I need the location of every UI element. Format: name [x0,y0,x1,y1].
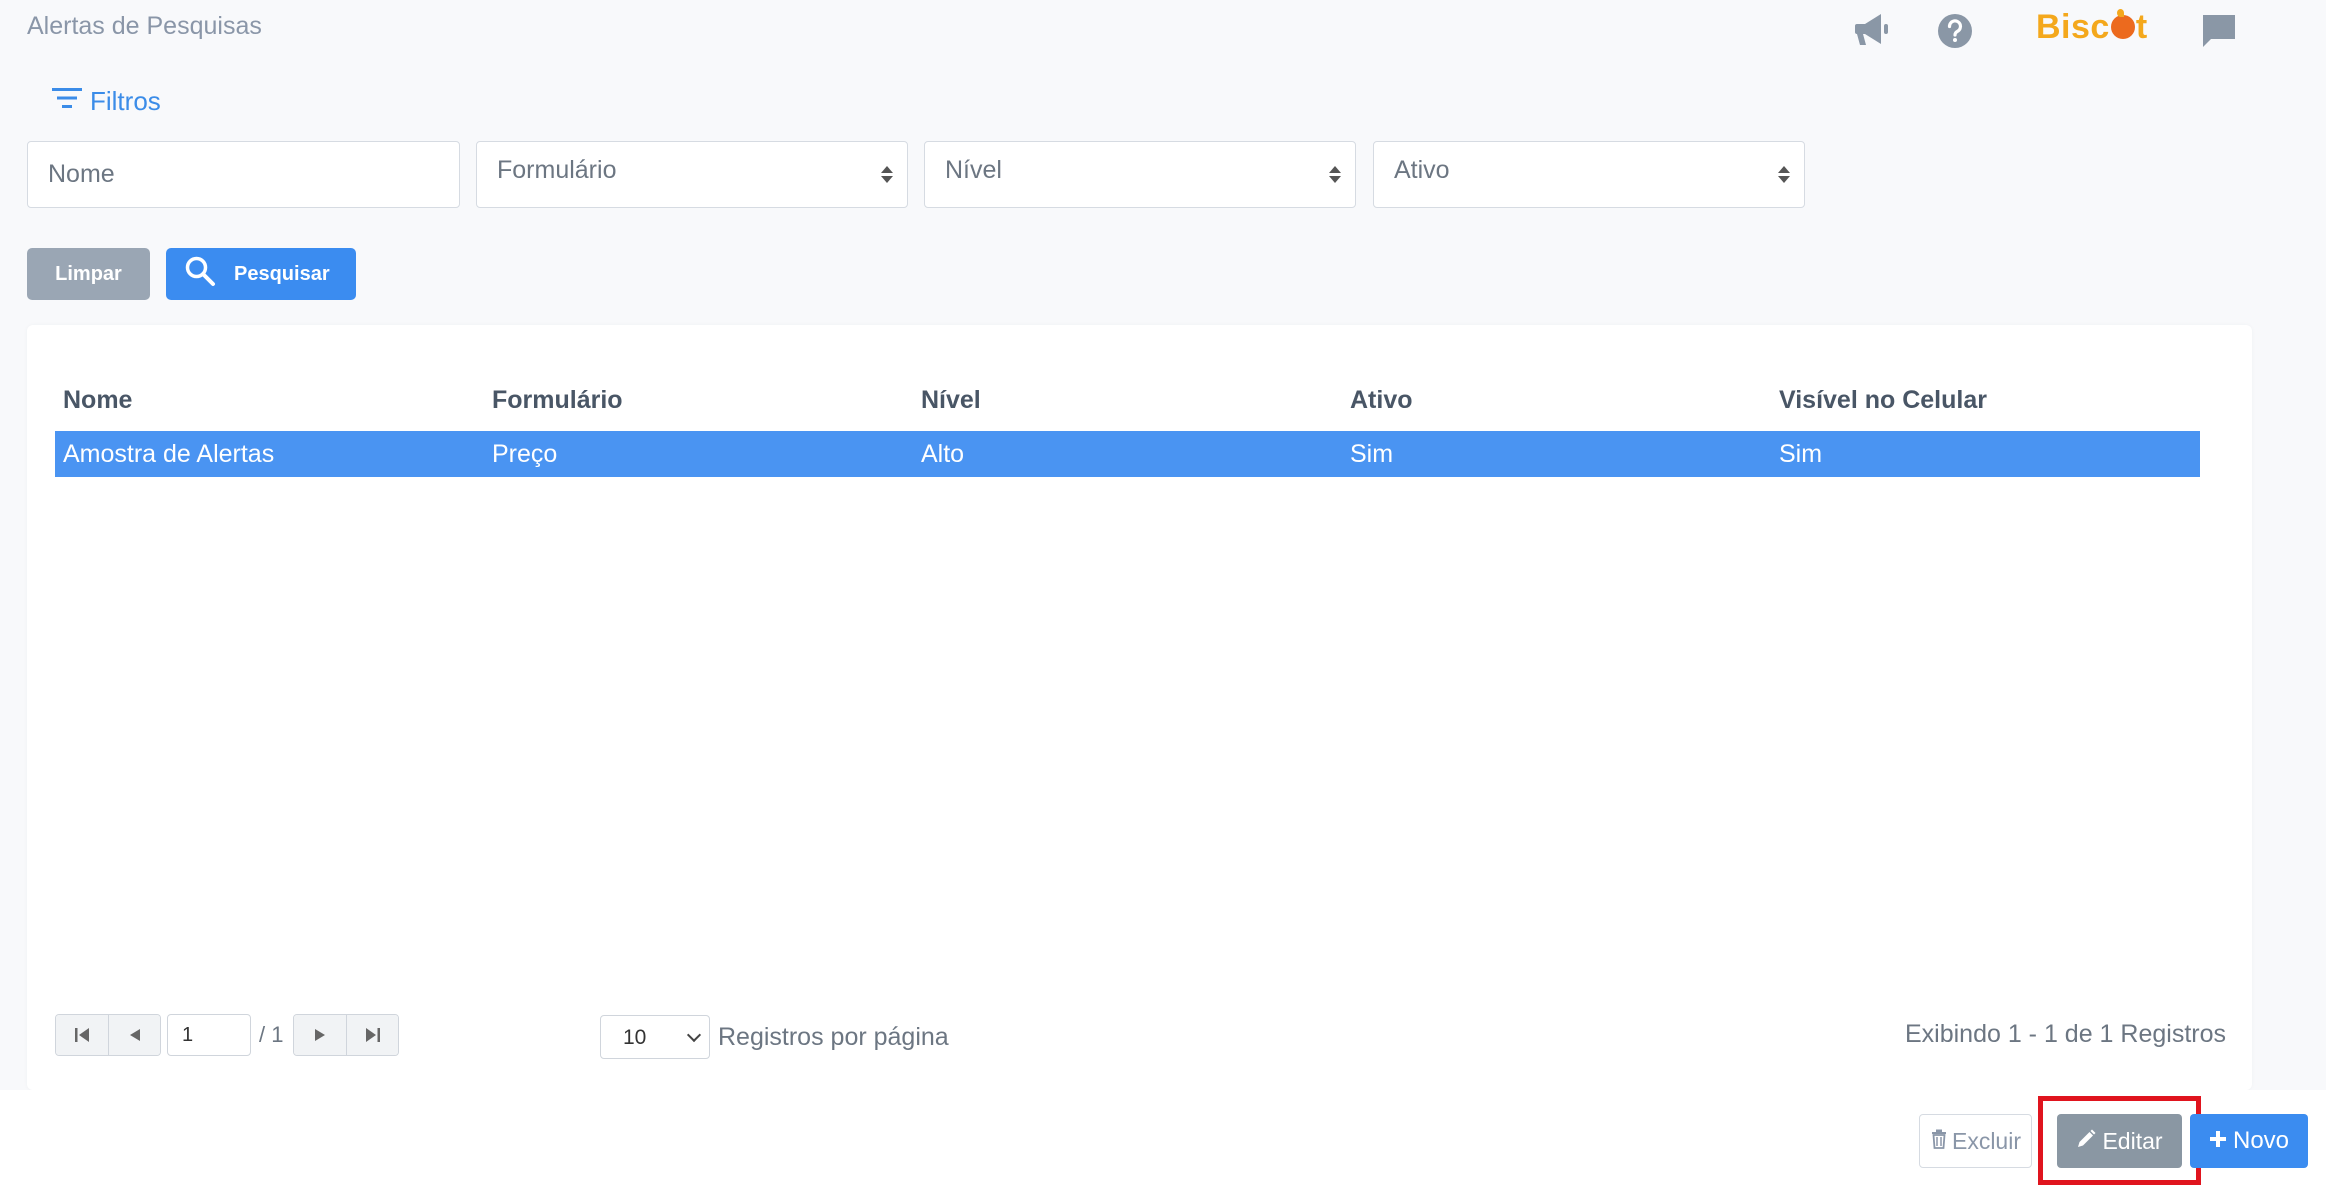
cell-visivel-celular: Sim [1779,439,1823,468]
new-button-label: Novo [2232,1127,2290,1154]
pencil-icon [2076,1128,2096,1155]
prev-page-button[interactable] [108,1015,160,1055]
formulario-select-label: Formulário [497,156,617,184]
filters-label: Filtros [90,86,161,116]
first-page-button[interactable] [56,1015,108,1055]
per-page-control: 10 Registros por página [600,1015,949,1059]
per-page-value: 10 [623,1026,647,1049]
nivel-select[interactable]: Nível [924,141,1356,208]
edit-button-label: Editar [2102,1127,2163,1154]
delete-button-label: Excluir [1951,1127,2021,1154]
next-page-button[interactable] [294,1015,347,1055]
filter-icon [52,86,82,117]
clear-button[interactable]: Limpar [27,248,150,300]
cell-nome: Amostra de Alertas [63,439,275,468]
sort-arrows-icon [1778,166,1790,183]
pagination-next-last [293,1014,400,1056]
prev-page-icon [129,1029,140,1041]
trash-icon [1930,1128,1948,1155]
pagination-first-prev [55,1014,161,1056]
column-header-visivel-celular[interactable]: Visível no Celular [1771,381,2200,425]
nome-input[interactable] [28,142,459,207]
ativo-select-label: Ativo [1394,156,1450,184]
first-page-icon [75,1028,89,1042]
column-header-ativo[interactable]: Ativo [1342,381,1771,425]
last-page-button[interactable] [346,1015,399,1055]
per-page-label: Registros por página [718,1022,949,1051]
edit-button[interactable]: Editar [2057,1114,2182,1168]
brand-logo: Bisc t [2036,8,2148,46]
total-pages: / 1 [259,1022,284,1047]
top-toolbar: Bisc t [1826,6,2326,56]
column-header-nome[interactable]: Nome [55,381,484,425]
nivel-select-label: Nível [945,156,1002,184]
help-icon[interactable] [1936,12,1974,55]
column-header-formulario[interactable]: Formulário [484,381,913,425]
page-title: Alertas de Pesquisas [27,12,262,40]
nome-input-wrapper [27,141,460,208]
results-card: Nome Formulário Nível Ativo Visível no C… [27,325,2252,1090]
column-header-nivel[interactable]: Nível [913,381,1342,425]
search-button-label: Pesquisar [234,262,330,285]
new-button[interactable]: Novo [2190,1114,2308,1168]
cell-nivel: Alto [921,439,965,468]
plus-icon [2209,1127,2227,1155]
delete-button[interactable]: Excluir [1919,1114,2032,1168]
pagination: / 1 [55,1014,400,1056]
table-row[interactable]: Amostra de Alertas Preço Alto Sim Sim [55,431,2200,477]
chat-icon[interactable] [2200,12,2238,55]
cell-ativo: Sim [1350,439,1394,468]
sort-arrows-icon [881,166,893,183]
page-number-input[interactable] [167,1014,251,1056]
search-button[interactable]: Pesquisar [166,248,356,300]
search-icon [184,255,216,293]
sort-arrows-icon [1329,166,1341,183]
table-header: Nome Formulário Nível Ativo Visível no C… [55,381,2200,425]
next-page-icon [315,1029,326,1041]
chevron-down-icon [686,1027,702,1043]
megaphone-icon[interactable] [1854,12,1894,53]
cell-formulario: Preço [492,439,558,468]
record-info: Exibindo 1 - 1 de 1 Registros [1904,1020,2226,1048]
formulario-select[interactable]: Formulário [476,141,908,208]
last-page-icon [365,1028,380,1042]
ativo-select[interactable]: Ativo [1373,141,1805,208]
per-page-select[interactable]: 10 [600,1015,710,1059]
filters-toggle[interactable]: Filtros [52,86,161,117]
